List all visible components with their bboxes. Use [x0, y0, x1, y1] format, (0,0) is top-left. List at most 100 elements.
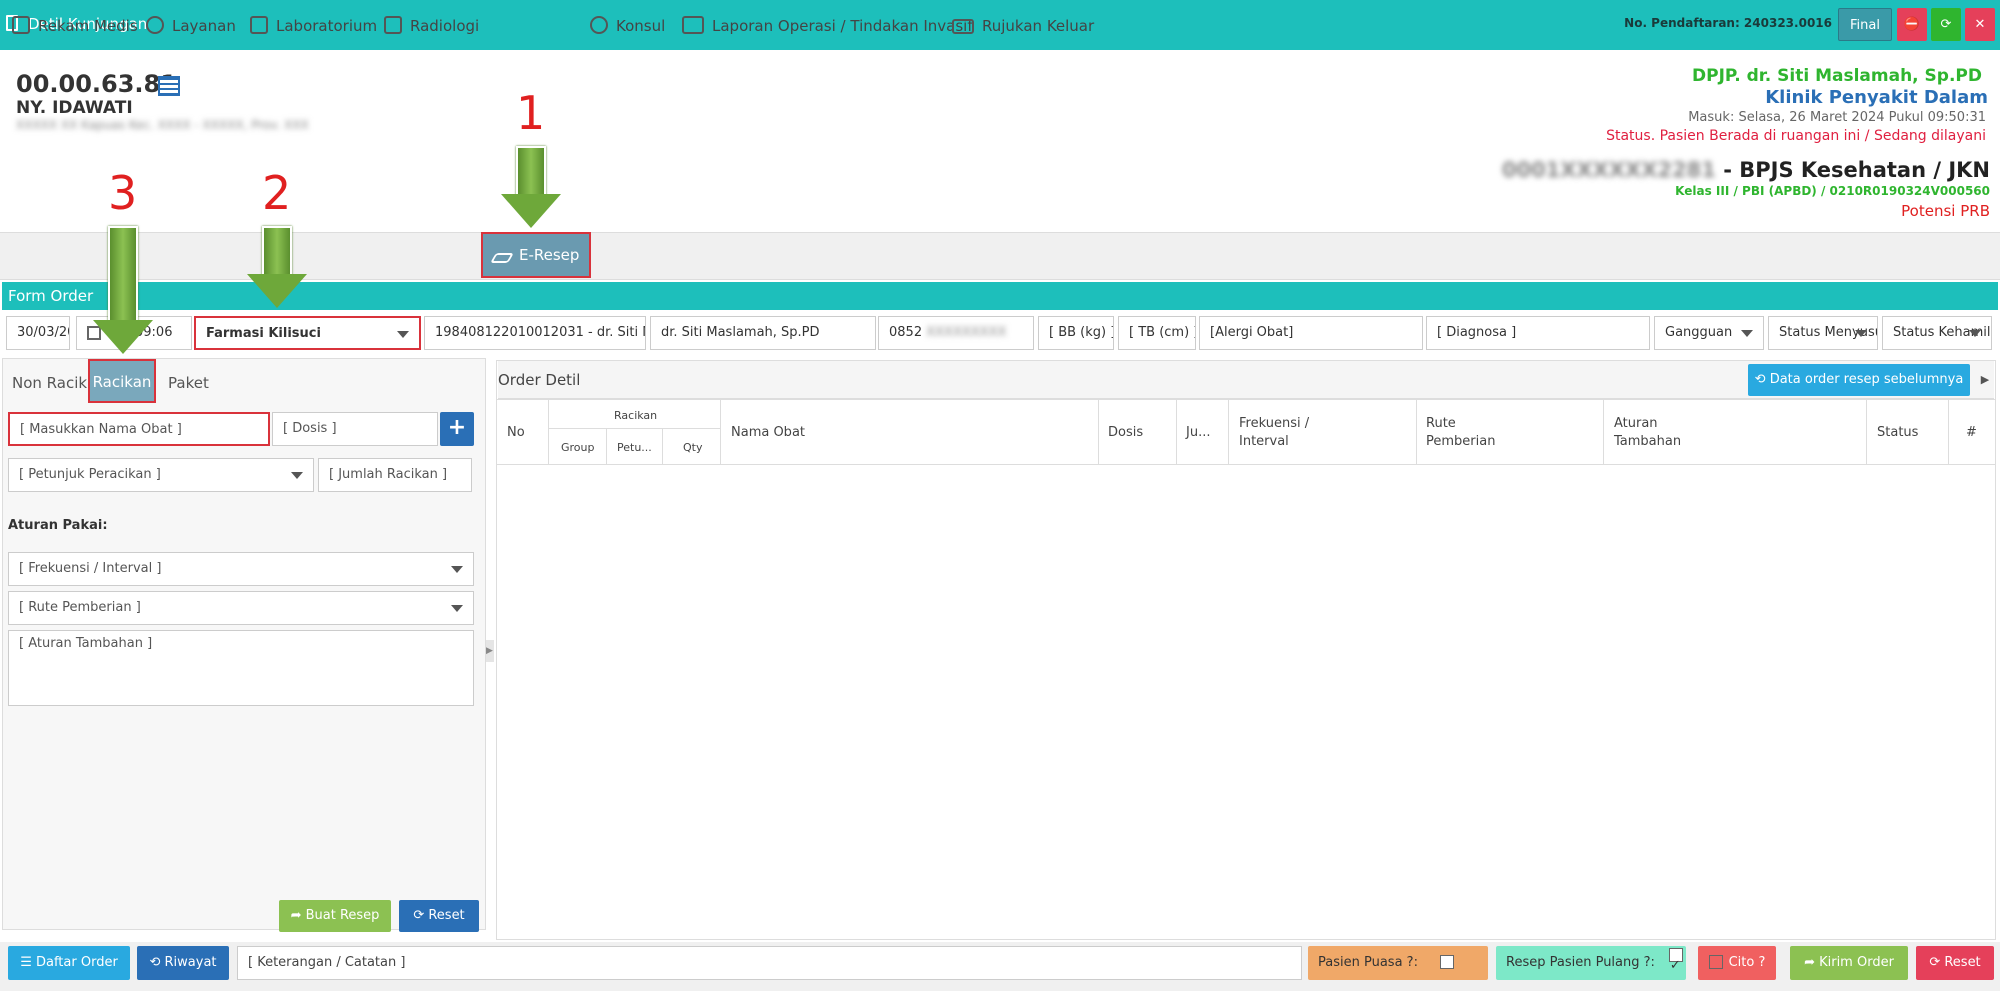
patient-status: Status. Pasien Berada di ruangan ini / S…: [1606, 128, 1986, 144]
share-icon: ➦: [1804, 955, 1820, 970]
th-frekuensi-2: Interval: [1239, 434, 1289, 449]
data-order-sebelumnya-button[interactable]: ⟲ Data order resep sebelumnya: [1748, 364, 1970, 396]
rute-select[interactable]: [ Rute Pemberian ]: [8, 591, 474, 625]
farmasi-select[interactable]: Farmasi Kilisuci: [194, 316, 421, 350]
dpjp: DPJP. dr. Siti Maslamah, Sp.PD: [1692, 66, 1982, 86]
frekuensi-select[interactable]: [ Frekuensi / Interval ]: [8, 552, 474, 586]
status-menyusui-select[interactable]: Status Menyusui: [1768, 316, 1878, 350]
th-jumlah: Ju...: [1186, 425, 1211, 440]
aturan-pakai-label: Aturan Pakai:: [8, 518, 108, 533]
collapse-handle[interactable]: ▶: [486, 640, 494, 662]
tb-field[interactable]: [ TB (cm) ]: [1118, 316, 1196, 350]
history-icon: ⟲: [149, 955, 165, 970]
minus-icon[interactable]: ⛔: [1897, 8, 1927, 41]
subtab-racikan[interactable]: Racikan: [88, 359, 156, 403]
refresh-icon: ⟳: [1929, 955, 1945, 970]
tab-radiologi[interactable]: Radiologi: [384, 8, 479, 44]
col-divider: [1176, 399, 1177, 465]
phone-field[interactable]: 0852 XXXXXXXXX: [878, 316, 1034, 350]
annotation-number-3: 3: [108, 166, 138, 220]
chevron-down-icon: [397, 331, 409, 338]
patient-address: XXXXX XX Kapuas Kec. XXXX - XXXXX, Prov.…: [16, 118, 309, 132]
list-icon: ☰: [20, 955, 36, 970]
th-status: Status: [1877, 425, 1919, 440]
th-aturan-1: Aturan: [1614, 416, 1658, 431]
checkbox[interactable]: [1439, 955, 1454, 969]
tab-rujukan-keluar[interactable]: Rujukan Keluar: [952, 8, 1094, 44]
kelas-info: Kelas III / PBI (APBD) / 0210R0190324V00…: [1675, 184, 1990, 198]
final-button[interactable]: Final: [1838, 8, 1892, 41]
tab-rekam-medis[interactable]: Rekam Medis: [12, 8, 138, 44]
chevron-down-icon: [1855, 330, 1867, 337]
close-icon[interactable]: ✕: [1965, 8, 1995, 41]
buat-resep-button[interactable]: ➦ Buat Resep: [279, 900, 391, 932]
flask-icon: [250, 16, 268, 34]
user-icon: [146, 16, 164, 34]
annotation-number-2: 2: [262, 166, 292, 220]
reset-order-button[interactable]: ⟳ Reset: [1916, 946, 1994, 980]
checkbox-checked[interactable]: ✓: [1668, 948, 1683, 973]
riwayat-button[interactable]: ⟲ Riwayat: [137, 946, 229, 980]
col-divider: [1416, 399, 1417, 465]
annotation-arrowhead-3: [93, 320, 153, 354]
jumlah-racikan-input[interactable]: [ Jumlah Racikan ]: [318, 458, 472, 492]
checkbox[interactable]: [1708, 955, 1723, 969]
nip-field[interactable]: 198408122010012031 - dr. Siti Maslamah: [424, 316, 646, 350]
tab-laporan-operasi[interactable]: Laporan Operasi / Tindakan Invasif: [682, 8, 973, 44]
list-alt-icon: [682, 16, 704, 34]
gangguan-select[interactable]: Gangguan: [1654, 316, 1764, 350]
col-divider: [720, 399, 721, 465]
diagnosa-field[interactable]: [ Diagnosa ]: [1426, 316, 1650, 350]
th-qty: Qty: [683, 441, 703, 454]
tab-laboratorium[interactable]: Laboratorium: [250, 8, 377, 44]
th-racikan: Racikan: [614, 409, 658, 422]
pasien-puasa-toggle[interactable]: Pasien Puasa ?:: [1308, 946, 1488, 980]
chevron-down-icon: [451, 605, 463, 612]
daftar-order-button[interactable]: ☰ Daftar Order: [8, 946, 130, 980]
chevron-down-icon: [451, 566, 463, 573]
annotation-arrow-1: [516, 146, 546, 196]
th-dosis: Dosis: [1108, 425, 1144, 440]
th-nama-obat: Nama Obat: [731, 425, 806, 440]
file-icon: [12, 16, 30, 34]
chevron-down-icon: [1741, 330, 1753, 337]
col-divider: [606, 428, 607, 465]
annotation-arrow-2: [262, 226, 292, 276]
resep-pulang-toggle[interactable]: Resep Pasien Pulang ?: ✓: [1496, 946, 1686, 980]
nav-tabbar: [0, 232, 2000, 280]
dosis-input[interactable]: [ Dosis ]: [272, 412, 438, 446]
nama-obat-input[interactable]: [ Masukkan Nama Obat ]: [8, 412, 270, 446]
cito-toggle[interactable]: Cito ?: [1698, 946, 1776, 980]
aturan-tambahan-textarea[interactable]: [ Aturan Tambahan ]: [8, 630, 474, 706]
tab-e-resep[interactable]: E-Resep: [481, 232, 592, 278]
status-kehamilan-select[interactable]: Status Kehamilan: [1882, 316, 1992, 350]
table-border-top: [497, 399, 1995, 400]
add-button[interactable]: +: [440, 412, 474, 446]
col-divider: [548, 399, 549, 465]
tab-layanan[interactable]: Layanan: [146, 8, 236, 44]
th-aturan-2: Tambahan: [1614, 434, 1682, 449]
tab-konsul[interactable]: Konsul: [590, 8, 665, 44]
dokter-field[interactable]: dr. Siti Maslamah, Sp.PD: [650, 316, 876, 350]
share-icon: ➦: [290, 908, 306, 923]
kirim-order-button[interactable]: ➦ Kirim Order: [1790, 946, 1908, 980]
col-divider: [662, 428, 663, 465]
petunjuk-select[interactable]: [ Petunjuk Peracikan ]: [8, 458, 314, 492]
chevron-right-icon[interactable]: ▶: [1976, 364, 1994, 396]
no-pendaftaran: No. Pendaftaran: 240323.0016: [1624, 16, 1832, 30]
bb-field[interactable]: [ BB (kg) ]: [1038, 316, 1114, 350]
subtab-paket[interactable]: Paket: [168, 361, 209, 405]
bpjs-info: 0001XXXXXX2281 - BPJS Kesehatan / JKN: [1501, 158, 1990, 182]
date-field[interactable]: 30/03/2024: [6, 316, 70, 350]
subtab-non-racik[interactable]: Non Racik: [12, 361, 87, 405]
col-divider: [1948, 399, 1949, 465]
wheelchair-icon: [590, 16, 608, 34]
table-border-bottom: [497, 464, 1995, 465]
col-divider: [1228, 399, 1229, 465]
list-icon[interactable]: [158, 76, 180, 96]
reset-button[interactable]: ⟳ Reset: [399, 900, 479, 932]
keterangan-input[interactable]: [ Keterangan / Catatan ]: [237, 946, 1302, 980]
alergi-field[interactable]: [Alergi Obat]: [1199, 316, 1423, 350]
annotation-arrowhead-2: [247, 274, 307, 308]
refresh-icon[interactable]: ⟳: [1931, 8, 1961, 41]
